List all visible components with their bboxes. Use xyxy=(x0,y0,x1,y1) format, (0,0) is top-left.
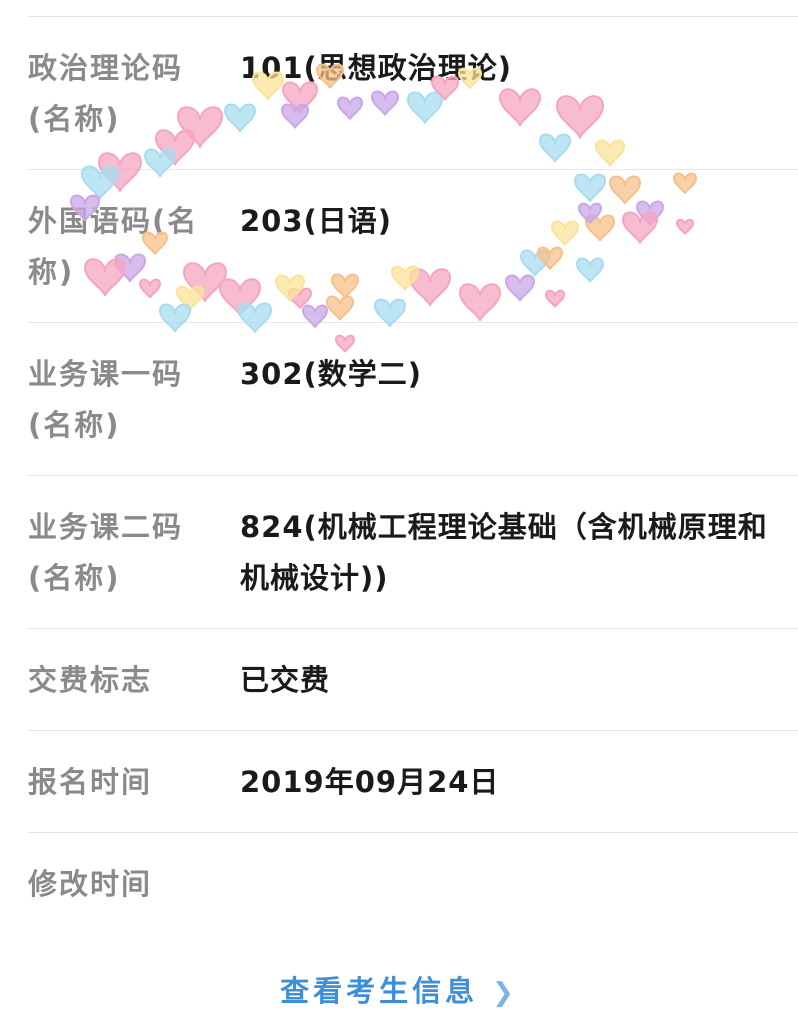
row-value: 203(日语) xyxy=(240,204,393,238)
row-value: 824(机械工程理论基础（含机械原理和机械设计)) xyxy=(240,510,768,595)
info-row-fee-status: 交费标志 已交费 xyxy=(28,628,798,731)
row-label: 外国语码(名称) xyxy=(28,204,199,289)
info-row-registration-time: 报名时间 2019年09月24日 xyxy=(28,730,798,833)
row-label: 业务课一码(名称) xyxy=(28,357,184,442)
info-row-subject-two: 业务课二码(名称) 824(机械工程理论基础（含机械原理和机械设计)) xyxy=(28,475,798,629)
row-value: 2019年09月24日 xyxy=(240,765,500,799)
info-row-foreign-language: 外国语码(名称) 203(日语) xyxy=(28,169,798,323)
row-label: 修改时间 xyxy=(28,867,153,901)
info-row-politics: 政治理论码(名称) 101(思想政治理论) xyxy=(28,16,798,170)
row-label: 政治理论码(名称) xyxy=(28,51,184,136)
row-value: 已交费 xyxy=(240,663,331,697)
chevron-right-icon: ❯ xyxy=(492,978,518,1008)
row-label: 业务课二码(名称) xyxy=(28,510,184,595)
view-candidate-info-link[interactable]: 查看考生信息 ❯ xyxy=(0,968,798,1010)
row-label: 交费标志 xyxy=(28,663,153,697)
row-value: 302(数学二) xyxy=(240,357,423,391)
info-row-subject-one: 业务课一码(名称) 302(数学二) xyxy=(28,322,798,476)
info-row-modified-time: 修改时间 xyxy=(28,832,798,935)
row-label: 报名时间 xyxy=(28,765,153,799)
row-value: 101(思想政治理论) xyxy=(240,51,513,85)
link-label: 查看考生信息 xyxy=(280,974,479,1008)
